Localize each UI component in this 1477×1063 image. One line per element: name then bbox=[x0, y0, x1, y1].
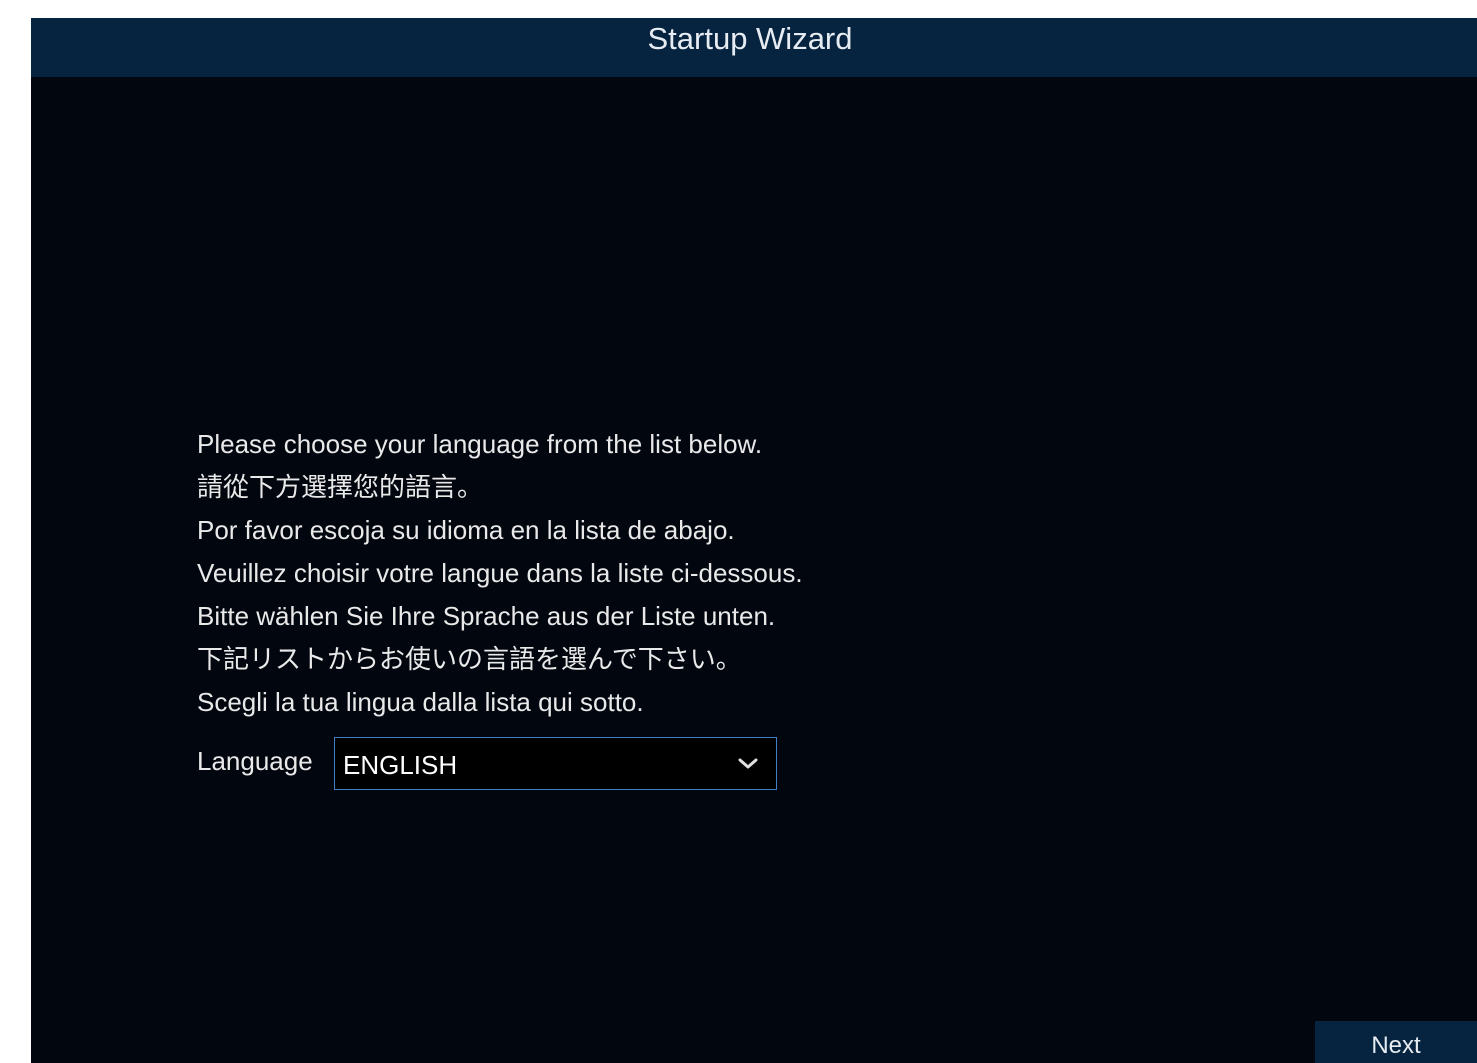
language-label: Language bbox=[197, 746, 313, 776]
instruction-japanese: 下記リストからお使いの言語を選んで下さい。 bbox=[197, 644, 742, 674]
language-select[interactable]: ENGLISH bbox=[334, 737, 777, 790]
instruction-english: Please choose your language from the lis… bbox=[197, 429, 763, 459]
language-selected-value: ENGLISH bbox=[343, 750, 458, 780]
startup-wizard-window: Startup Wizard Please choose your langua… bbox=[31, 18, 1477, 1063]
next-button[interactable]: Next bbox=[1315, 1021, 1477, 1063]
language-instructions: Please choose your language from the lis… bbox=[197, 423, 803, 724]
chevron-down-icon[interactable] bbox=[736, 752, 760, 776]
title-bar: Startup Wizard bbox=[31, 18, 1477, 77]
instruction-french: Veuillez choisir votre langue dans la li… bbox=[197, 558, 803, 588]
instruction-spanish: Por favor escoja su idioma en la lista d… bbox=[197, 515, 735, 545]
window-title: Startup Wizard bbox=[647, 21, 853, 56]
instruction-chinese: 請從下方選擇您的語言。 bbox=[197, 472, 484, 502]
instruction-german: Bitte wählen Sie Ihre Sprache aus der Li… bbox=[197, 601, 776, 631]
instruction-italian: Scegli la tua lingua dalla lista qui sot… bbox=[197, 687, 644, 717]
